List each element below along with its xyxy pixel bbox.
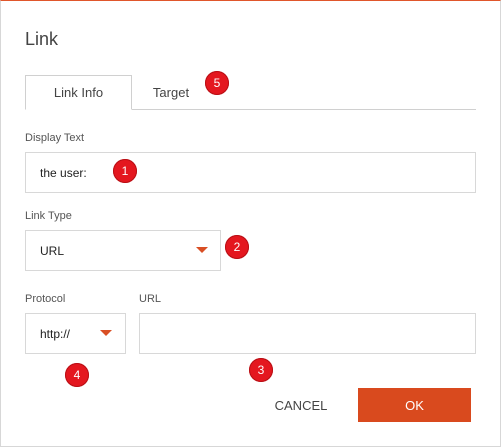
display-text-label: Display Text — [25, 132, 85, 144]
marker-3: 3 — [249, 358, 273, 382]
display-text-value: the user: — [40, 165, 87, 180]
protocol-select[interactable]: http:// — [25, 313, 126, 354]
tab-target[interactable]: Target — [133, 75, 209, 110]
url-input[interactable] — [139, 313, 476, 354]
cancel-button[interactable]: CANCEL — [265, 388, 337, 422]
chevron-down-icon — [196, 247, 208, 253]
link-dialog: Link Link Info Target 5 Display Text the… — [0, 0, 501, 447]
ok-button[interactable]: OK — [358, 388, 471, 422]
link-type-select[interactable]: URL — [25, 230, 221, 271]
protocol-value: http:// — [40, 326, 71, 341]
url-label: URL — [139, 293, 162, 305]
chevron-down-icon — [100, 330, 112, 336]
link-type-label: Link Type — [25, 210, 72, 222]
tab-link-info[interactable]: Link Info — [25, 75, 132, 110]
display-text-input[interactable]: the user: — [25, 152, 476, 193]
marker-1: 1 — [113, 159, 137, 183]
marker-5: 5 — [205, 71, 229, 95]
dialog-title: Link — [25, 29, 59, 49]
marker-4: 4 — [65, 363, 89, 387]
marker-2: 2 — [225, 235, 249, 259]
link-type-value: URL — [40, 243, 65, 258]
protocol-label: Protocol — [25, 293, 66, 305]
